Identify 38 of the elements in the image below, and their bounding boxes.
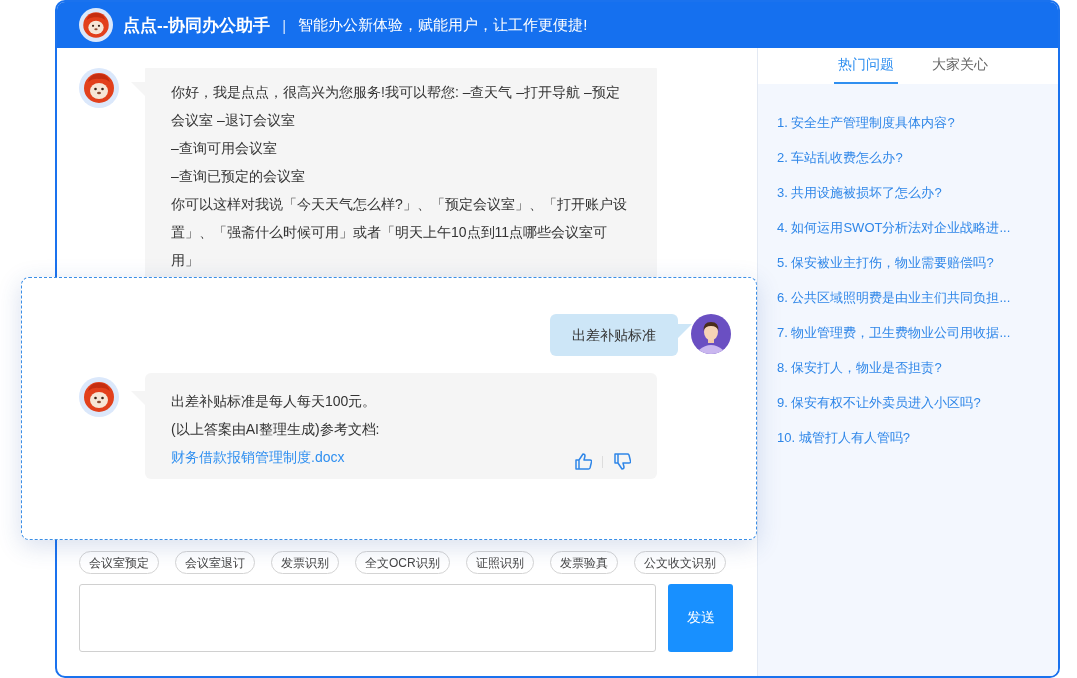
document-link[interactable]: 财务借款报销管理制度.docx [171,449,345,465]
panel-tab[interactable]: 热门问题 [834,48,898,84]
quick-reply-chip[interactable]: 会议室退订 [175,551,255,574]
bot-avatar-icon [79,68,119,108]
message-text: 出差补贴标准是每人每天100元。 [171,392,378,411]
message-text: (以上答案由AI整理生成)参考文档: [171,420,381,439]
question-link[interactable]: 7. 物业管理费，卫生费物业公司用收据... [777,318,1058,353]
message-text: –查询已预定的会议室 [171,167,306,186]
bot-avatar-icon [79,377,119,417]
thumbs-down-icon[interactable] [613,452,631,471]
app-title: 点点--协同办公助手 [123,14,271,37]
question-link[interactable]: 8. 保安打人，物业是否担责? [777,353,1058,388]
message-text: 你好，我是点点，很高兴为您服务!我可以帮您: –查天气 –打开导航 –预定会议室 –退订会议室 [171,83,621,130]
panel-tab[interactable]: 大家关心 [928,48,992,84]
question-link[interactable]: 5. 保安被业主打伤，物业需要赔偿吗? [777,248,1058,283]
question-link[interactable]: 3. 共用设施被损坏了怎么办? [777,178,1058,213]
question-link[interactable]: 9. 保安有权不让外卖员进入小区吗? [777,388,1058,423]
message-text: 你可以这样对我说「今天天气怎么样?」、「预定会议室」、「打开账户设置」、「强斋什么时候可用」或者「明天上午10点到11点哪些会议室可用」 [171,195,628,270]
message-text: 出差补贴标准 [572,327,656,343]
title-separator: | [282,16,287,34]
quick-reply-chip[interactable]: 发票验真 [549,551,618,574]
quick-reply-chip[interactable]: 证照识别 [465,551,534,574]
app-slogan: 智能办公新体验，赋能用户，让工作更便捷! [298,15,588,35]
user-avatar-icon [691,314,731,354]
quick-reply-chip[interactable]: 发票识别 [271,551,339,574]
quick-reply-chip[interactable]: 全文OCR识别 [355,551,450,574]
question-link[interactable]: 2. 车站乱收费怎么办? [777,143,1058,178]
logo-icon [79,8,113,42]
thumbs-up-icon[interactable] [574,452,592,471]
question-link[interactable]: 6. 公共区域照明费是由业主们共同负担... [777,283,1058,318]
question-link[interactable]: 10. 城管打人有人管吗? [777,423,1058,458]
quick-reply-chip[interactable]: 会议室预定 [79,551,159,574]
question-link[interactable]: 4. 如何运用SWOT分析法对企业战略进... [777,213,1058,248]
quick-reply-chip[interactable]: 公文收文识别 [633,551,726,574]
question-link[interactable]: 1. 安全生产管理制度具体内容? [777,108,1058,143]
message-text: –查询可用会议室 [171,139,278,158]
send-button[interactable]: 发送 [668,584,733,652]
message-input-field[interactable] [79,584,656,652]
